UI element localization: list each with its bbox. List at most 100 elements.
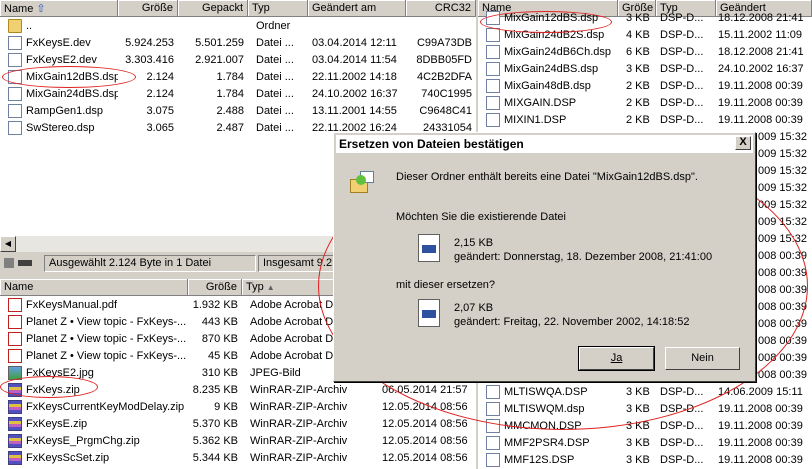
file-date: 19.11.2008 00:39	[718, 420, 803, 432]
table-row[interactable]: MMF2PSR4.DSP 3 KB DSP-D... 19.11.2008 00:39	[478, 435, 812, 452]
file-name: Planet Z • View topic - FxKeys-...	[26, 333, 187, 345]
file-size: 4 KB	[626, 29, 650, 41]
zip-icon	[8, 417, 22, 431]
table-row[interactable]: .. Ordner	[0, 18, 476, 35]
file-icon	[486, 62, 500, 76]
file-date: 19.11.2008 00:39	[718, 437, 803, 449]
file-name: MixGain24dBS.dsp	[26, 88, 118, 100]
file-name: Planet Z • View topic - FxKeys-...	[26, 316, 187, 328]
file-size: 1.932 KB	[192, 299, 238, 311]
table-row[interactable]: MixGain12dBS.dsp 3 KB DSP-D... 18.12.2008 2…	[478, 10, 812, 27]
file-date: 008 00:39	[758, 318, 807, 330]
file-size: 9 KB	[214, 401, 238, 413]
file-icon	[8, 87, 22, 101]
file-icon	[486, 113, 500, 127]
table-row[interactable]: FxKeysE2.dev 3.303.416 2.921.007 Datei ... 0…	[0, 52, 476, 69]
col-type-label: Typ	[246, 281, 264, 293]
file-date: 009 15:32	[758, 216, 807, 228]
file-date: 009 15:32	[758, 131, 807, 143]
file-type: Datei ...	[256, 71, 294, 83]
file-icon	[8, 53, 22, 67]
file-date: 19.11.2008 00:39	[718, 114, 803, 126]
file-type: DSP-D...	[660, 403, 704, 415]
file-icon	[486, 11, 500, 25]
scroll-left-icon[interactable]: ◀	[0, 236, 16, 252]
file-size: 3.075	[146, 105, 174, 117]
file-type: DSP-D...	[660, 454, 704, 466]
table-row[interactable]: FxKeysScSet.zip 5.344 KB WinRAR-ZIP-Archiv…	[0, 450, 476, 467]
col-type-header[interactable]: Typ	[248, 0, 308, 17]
col-packed-header[interactable]: Gepackt	[178, 0, 248, 17]
file-size: 8.235 KB	[192, 384, 238, 396]
file-date: 06.05.2014 21:57	[382, 384, 468, 396]
replace-folder-icon	[350, 171, 376, 195]
file-name: FxKeysE.zip	[26, 418, 88, 430]
table-row[interactable]: FxKeysCurrentKeyModDelay.zip 9 KB WinRAR-Z…	[0, 399, 476, 416]
replace-with-text: mit dieser ersetzen?	[396, 279, 496, 291]
col-size-header[interactable]: Größe	[118, 0, 178, 17]
col-name-header[interactable]: Name ⇧	[0, 0, 118, 17]
file-icon	[486, 96, 500, 110]
col-name-header[interactable]: Name	[0, 279, 188, 296]
file-type: WinRAR-ZIP-Archiv	[250, 435, 348, 447]
file-crc: 740C1995	[421, 88, 472, 100]
file-icon	[8, 104, 22, 118]
table-row[interactable]: FxKeysE.zip 5.370 KB WinRAR-ZIP-Archiv 12.0…	[0, 416, 476, 433]
table-row[interactable]: RampGen1.dsp 3.075 2.488 Datei ... 13.11.200…	[0, 103, 476, 120]
table-row[interactable]: MixGain24dB6Ch.dsp 6 KB DSP-D... 18.12.2008…	[478, 44, 812, 61]
yes-label: Ja	[610, 352, 623, 364]
table-row[interactable]: MMCMON.DSP 3 KB DSP-D... 19.11.2008 00:39	[478, 418, 812, 435]
table-row[interactable]: MixGain24dBS.dsp 3 KB DSP-D... 24.10.2002 1…	[478, 61, 812, 78]
file-packed: 2.487	[216, 122, 244, 134]
file-name: MMF12S.DSP	[504, 454, 575, 466]
table-row[interactable]: FxKeysE_PrgmChg.zip 5.362 KB WinRAR-ZIP-Ar…	[0, 433, 476, 450]
disk-icon	[4, 258, 14, 268]
col-size-header[interactable]: Größe	[188, 279, 242, 296]
file-size: 3 KB	[626, 454, 650, 466]
table-row[interactable]: MixGain48dB.dsp 2 KB DSP-D... 19.11.2008 00…	[478, 78, 812, 95]
col-crc-header[interactable]: CRC32	[406, 0, 476, 17]
file-icon	[486, 419, 500, 433]
yes-button[interactable]: Ja	[578, 346, 655, 371]
file-type: WinRAR-ZIP-Archiv	[250, 418, 348, 430]
file-date: 008 00:39	[758, 301, 807, 313]
file-type: Datei ...	[256, 54, 294, 66]
file-icon	[486, 28, 500, 42]
file-date: 008 00:39	[758, 284, 807, 296]
new-size: 2,07 KB	[454, 302, 494, 314]
table-row[interactable]: MIXIN1.DSP 2 KB DSP-D... 19.11.2008 00:39	[478, 112, 812, 129]
file-name: MixGain12dBS.dsp	[26, 71, 118, 83]
col-date-header[interactable]: Geändert am	[308, 0, 406, 17]
file-icon	[8, 121, 22, 135]
file-size: 3.065	[146, 122, 174, 134]
table-row[interactable]: MIXGAIN.DSP 2 KB DSP-D... 19.11.2008 00:39	[478, 95, 812, 112]
file-size: 2 KB	[626, 80, 650, 92]
table-row[interactable]: MixGain12dBS.dsp 2.124 1.784 Datei ... 22.11…	[0, 69, 476, 86]
file-packed: 5.501.259	[195, 37, 244, 49]
file-name: FxKeysE2.dev	[26, 54, 97, 66]
file-type: DSP-D...	[660, 12, 704, 24]
file-size: 45 KB	[208, 350, 238, 362]
file-name: MixGain24dBS.dsp	[504, 63, 599, 75]
pdf-icon	[8, 332, 22, 346]
file-type: WinRAR-ZIP-Archiv	[250, 452, 348, 464]
zip-icon	[8, 383, 22, 397]
no-button[interactable]: Nein	[665, 347, 740, 370]
file-type: DSP-D...	[660, 114, 704, 126]
file-name: FxKeys.zip	[26, 384, 80, 396]
table-row[interactable]: FxKeys.zip 8.235 KB WinRAR-ZIP-Archiv 06.05…	[0, 382, 476, 399]
table-row[interactable]: MMF12S.DSP 3 KB DSP-D... 19.11.2008 00:39	[478, 452, 812, 469]
table-row[interactable]: MLTISWQM.dsp 3 KB DSP-D... 19.11.2008 00:39	[478, 401, 812, 418]
close-icon[interactable]: X	[735, 136, 751, 150]
table-row[interactable]: MixGain24dBS.dsp 2.124 1.784 Datei ... 24.10…	[0, 86, 476, 103]
file-crc: C99A73DB	[416, 37, 472, 49]
file-type: DSP-D...	[660, 29, 704, 41]
file-name: Planet Z • View topic - FxKeys-...	[26, 350, 187, 362]
table-row[interactable]: MixGain24dB2S.dsp 4 KB DSP-D... 15.11.2002 …	[478, 27, 812, 44]
table-row[interactable]: MLTISWQA.DSP 3 KB DSP-D... 14.06.2009 15:11	[478, 384, 812, 401]
file-size: 3 KB	[626, 12, 650, 24]
table-row[interactable]: FxKeysE.dev 5.924.253 5.501.259 Datei ... 03…	[0, 35, 476, 52]
existing-date: geändert: Donnerstag, 18. Dezember 2008,…	[454, 251, 713, 263]
file-size: 3 KB	[626, 420, 650, 432]
file-type: WinRAR-ZIP-Archiv	[250, 384, 348, 396]
